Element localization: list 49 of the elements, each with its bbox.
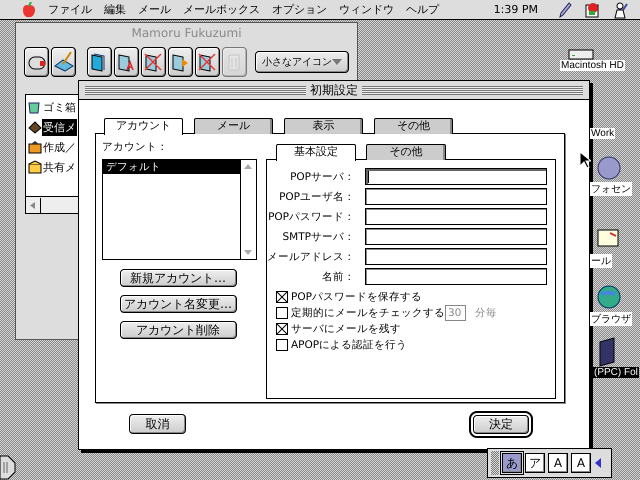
- input-mode-button[interactable]: ア: [525, 453, 545, 473]
- input-mode-button[interactable]: あ: [502, 453, 522, 473]
- tab[interactable]: その他: [366, 144, 446, 160]
- menu-title[interactable]: 編集: [98, 2, 132, 17]
- checkbox-label: POPパスワードを保存する: [291, 290, 422, 304]
- accounts-list[interactable]: デフォルト: [102, 159, 257, 260]
- menu-title[interactable]: オプション: [266, 2, 333, 17]
- accounts-label: アカウント：: [102, 140, 169, 154]
- desktop-icon-label[interactable]: Macintosh HD: [560, 60, 625, 71]
- cancel-button[interactable]: 取消: [129, 414, 186, 434]
- field-label: POPサーバ：: [289, 170, 355, 184]
- field-label: POPユーザ名：: [278, 190, 355, 204]
- account-button[interactable]: アカウント削除: [120, 321, 236, 339]
- checkbox-label: サーバにメールを残す: [291, 322, 401, 336]
- checkbox-label: 定期的にメールをチェックする: [291, 306, 445, 320]
- desktop-icon-label[interactable]: ブラウザ: [590, 312, 632, 326]
- checkbox-label: APOPによる認証を行う: [291, 338, 408, 352]
- input-mode-button[interactable]: A: [548, 453, 568, 473]
- field-label: SMTPサーバ：: [282, 230, 355, 244]
- window-title: Mamoru Fukuzumi: [130, 25, 243, 42]
- field-label: 名前：: [321, 270, 355, 284]
- tab[interactable]: メール: [194, 118, 273, 134]
- menu-title[interactable]: ウィンドウ: [333, 2, 400, 17]
- input-mode-button[interactable]: A: [571, 453, 591, 473]
- view-dropdown[interactable]: 小さなアイコン: [254, 51, 349, 73]
- desktop-icon-label[interactable]: Work: [590, 128, 616, 139]
- account-button[interactable]: アカウント名変更…: [120, 295, 236, 313]
- menu-title[interactable]: ヘルプ: [400, 2, 445, 17]
- tab[interactable]: 基本設定: [276, 144, 356, 161]
- tab[interactable]: その他: [374, 118, 453, 134]
- mailbox-item[interactable]: ゴミ箱: [42, 98, 77, 116]
- account-button[interactable]: 新規アカウント…: [120, 269, 236, 287]
- mailbox-item[interactable]: 受信メ: [42, 118, 77, 136]
- tab[interactable]: 表示: [284, 118, 363, 134]
- account-item[interactable]: デフォルト: [103, 160, 240, 174]
- desktop-icon-label[interactable]: フォセン: [590, 182, 632, 196]
- menu-title[interactable]: ファイル: [42, 2, 98, 17]
- mailbox-item[interactable]: 共有メ: [42, 158, 77, 176]
- field-label: メールアドレス：: [267, 250, 355, 264]
- tab[interactable]: アカウント: [104, 118, 183, 135]
- menu-clock: 1:39 PM: [494, 3, 538, 16]
- interval-unit: 分毎: [475, 306, 497, 320]
- menu-title[interactable]: メールボックス: [177, 2, 266, 17]
- dialog-title: 初期設定: [310, 82, 358, 98]
- menu-title[interactable]: メール: [132, 2, 177, 17]
- desktop-icon-label[interactable]: (PPC) Fol: [593, 367, 639, 378]
- mailbox-item[interactable]: 作成／: [42, 138, 77, 156]
- desktop-icon-label[interactable]: ール: [590, 254, 612, 268]
- field-label: POPパスワード：: [267, 210, 355, 224]
